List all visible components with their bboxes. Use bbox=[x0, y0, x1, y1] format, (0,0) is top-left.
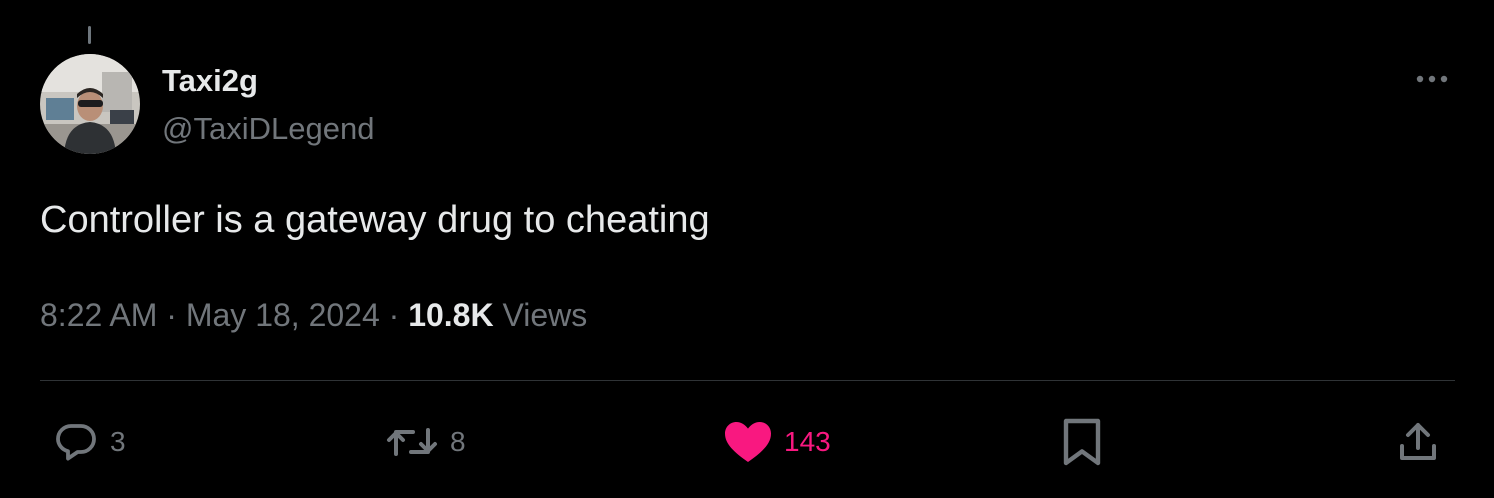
like-button[interactable]: 143 bbox=[722, 414, 831, 470]
thread-connector-line bbox=[88, 26, 91, 44]
user-handle[interactable]: @TaxiDLegend bbox=[162, 110, 374, 148]
reply-count: 3 bbox=[110, 426, 126, 457]
divider bbox=[40, 380, 1455, 381]
avatar-photo bbox=[40, 54, 140, 154]
display-name[interactable]: Taxi2g bbox=[162, 62, 258, 100]
heart-icon bbox=[725, 422, 771, 462]
reply-icon bbox=[56, 424, 96, 461]
tweet-time[interactable]: 8:22 AM bbox=[40, 297, 157, 333]
bookmark-button[interactable] bbox=[1060, 414, 1104, 470]
retweet-icon bbox=[387, 428, 437, 456]
tweet-meta: 8:22 AM · May 18, 2024 · 10.8K Views bbox=[40, 294, 587, 336]
views-label: Views bbox=[493, 297, 588, 333]
reply-button[interactable]: 3 bbox=[52, 414, 126, 470]
more-options-button[interactable] bbox=[1408, 62, 1456, 96]
meta-separator: · bbox=[379, 297, 409, 333]
bookmark-icon bbox=[1063, 418, 1101, 466]
views-count[interactable]: 10.8K bbox=[408, 297, 493, 333]
share-button[interactable] bbox=[1394, 414, 1442, 470]
avatar[interactable] bbox=[40, 54, 140, 154]
tweet-date[interactable]: May 18, 2024 bbox=[186, 297, 380, 333]
more-icon bbox=[1416, 75, 1448, 83]
share-icon bbox=[1400, 423, 1436, 460]
repost-count: 8 bbox=[450, 426, 466, 457]
repost-button[interactable]: 8 bbox=[384, 414, 466, 470]
meta-separator: · bbox=[157, 297, 186, 333]
like-count: 143 bbox=[784, 426, 831, 457]
tweet-text: Controller is a gateway drug to cheating bbox=[40, 199, 710, 241]
